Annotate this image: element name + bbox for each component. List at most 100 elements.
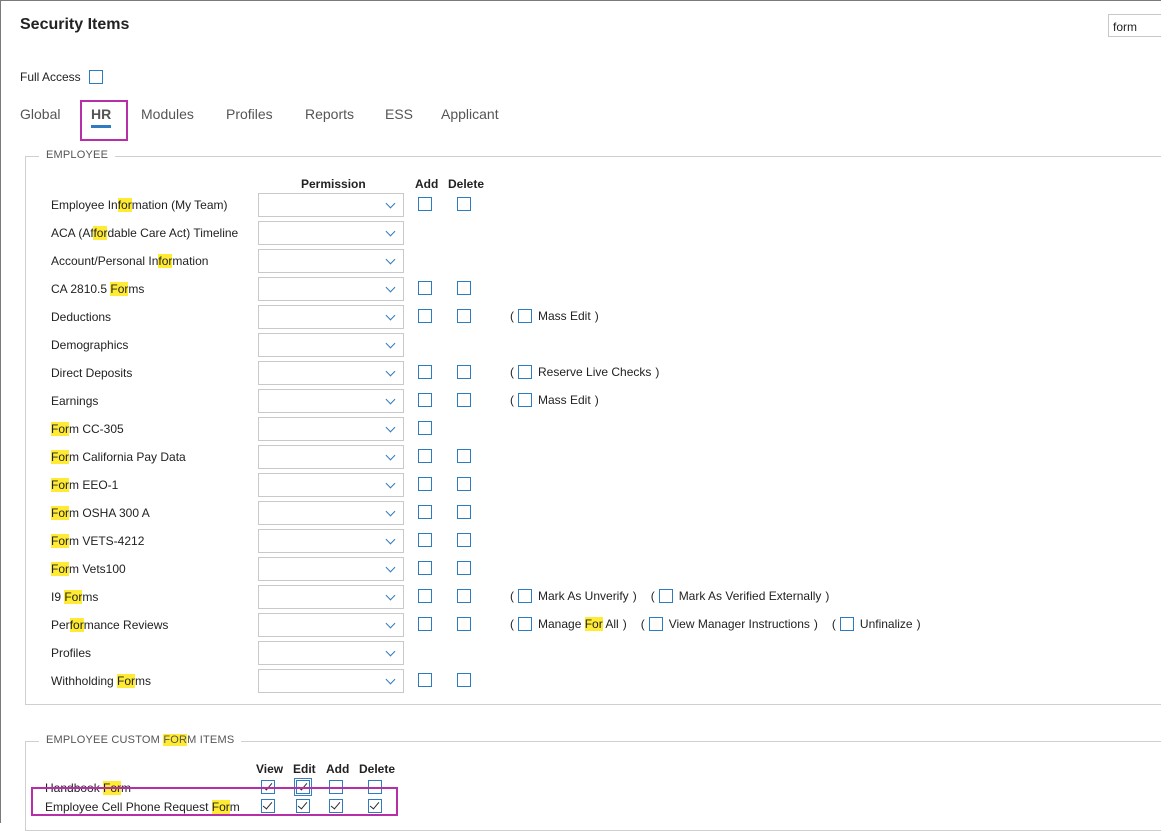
search-match-highlight: For [51,478,69,492]
extra-option-checkbox[interactable] [518,589,532,603]
permission-select[interactable] [258,613,404,637]
tab-modules[interactable]: Modules [141,106,194,122]
chevron-down-icon [385,394,396,405]
extra-option-label: Mass Edit [538,393,591,407]
extra-option-checkbox[interactable] [518,617,532,631]
chevron-down-icon [385,618,396,629]
delete-checkbox[interactable] [457,673,471,687]
permission-select[interactable] [258,193,404,217]
permission-select[interactable] [258,641,404,665]
add-checkbox[interactable] [418,197,432,211]
row-label: Direct Deposits [51,366,133,380]
permission-row: Demographics [26,333,1126,357]
permission-header: Permission [301,177,366,191]
delete-checkbox[interactable] [457,281,471,295]
tab-global[interactable]: Global [20,106,60,122]
permission-select[interactable] [258,361,404,385]
custom-form-section: EMPLOYEE CUSTOM FORM ITEMS View Edit Add… [25,734,1161,831]
add-checkbox[interactable] [418,309,432,323]
full-access-checkbox[interactable] [88,70,103,84]
delete-checkbox[interactable] [457,589,471,603]
delete-checkbox[interactable] [457,197,471,211]
row-label: Form California Pay Data [51,450,186,464]
close-paren: ) [594,393,599,407]
add-checkbox[interactable] [418,477,432,491]
tab-ess[interactable]: ESS [385,106,413,122]
row-label: Earnings [51,394,99,408]
permission-select[interactable] [258,529,404,553]
chevron-down-icon [385,506,396,517]
permission-select[interactable] [258,305,404,329]
delete-checkbox[interactable] [457,365,471,379]
delete-checkbox[interactable] [457,505,471,519]
permission-row: I9 Forms (Mark As Unverify) (Mark As Verif… [26,585,1126,609]
permission-select[interactable] [258,585,404,609]
delete-checkbox[interactable] [457,533,471,547]
search-match-highlight: for [117,198,132,212]
search-input[interactable] [1108,14,1161,37]
chevron-down-icon [385,590,396,601]
extra-option-reserve-live-checks: (Reserve Live Checks) [506,365,663,379]
extra-option-label: Reserve Live Checks [538,365,652,379]
add-checkbox[interactable] [418,673,432,687]
permission-select[interactable] [258,557,404,581]
row-label: Form VETS-4212 [51,534,145,548]
permission-row: Form California Pay Data [26,445,1126,469]
permission-select[interactable] [258,221,404,245]
open-paren: ( [650,589,655,603]
open-paren: ( [510,393,514,407]
add-checkbox[interactable] [418,561,432,575]
permission-select[interactable] [258,473,404,497]
permission-select[interactable] [258,389,404,413]
delete-checkbox[interactable] [457,561,471,575]
add-checkbox[interactable] [418,589,432,603]
extra-option-mass-edit: ( Mass Edit) [506,393,603,407]
add-checkbox[interactable] [418,281,432,295]
delete-checkbox[interactable] [457,393,471,407]
add-checkbox[interactable] [418,533,432,547]
open-paren: ( [510,365,514,379]
permission-select[interactable] [258,501,404,525]
add-checkbox[interactable] [418,617,432,631]
extra-option-checkbox[interactable] [658,589,673,603]
add-checkbox[interactable] [418,505,432,519]
permission-select[interactable] [258,669,404,693]
search-match-highlight: FOR [163,734,188,746]
permission-select[interactable] [258,249,404,273]
add-checkbox[interactable] [418,365,432,379]
add-header: Add [415,177,439,191]
permission-select[interactable] [258,445,404,469]
extra-option-label: Mark As Unverify [538,589,629,603]
delete-checkbox[interactable] [457,477,471,491]
tab-reports[interactable]: Reports [305,106,354,122]
tab-applicant[interactable]: Applicant [441,106,499,122]
extra-option-label: Mass Edit [538,309,591,323]
permission-row: Withholding Forms [26,669,1126,693]
tab-profiles[interactable]: Profiles [226,106,273,122]
employee-section-legend: EMPLOYEE [39,149,116,161]
permission-select[interactable] [258,277,404,301]
add-checkbox[interactable] [418,393,432,407]
delete-checkbox[interactable] [457,617,471,631]
extra-option-checkbox[interactable] [518,365,532,379]
permission-select[interactable] [258,333,404,357]
chevron-down-icon [385,254,396,265]
extra-option-label: Unfinalize [859,617,913,631]
chevron-down-icon [385,198,396,209]
add-checkbox[interactable] [418,421,432,435]
add-checkbox[interactable] [418,449,432,463]
permission-select[interactable] [258,417,404,441]
delete-checkbox[interactable] [457,309,471,323]
extra-option-label: Manage For All [538,617,619,631]
extra-option-checkbox[interactable] [839,617,854,631]
extra-option-checkbox[interactable] [518,393,532,407]
extra-option-checkbox[interactable] [648,617,663,631]
open-paren: ( [510,309,514,323]
row-label: Form Vets100 [51,562,126,576]
row-label: Performance Reviews [51,618,169,632]
row-label: I9 Forms [51,590,99,604]
delete-checkbox[interactable] [457,449,471,463]
edit-header: Edit [293,762,316,776]
extra-option-checkbox[interactable] [518,309,532,323]
chevron-down-icon [385,310,396,321]
